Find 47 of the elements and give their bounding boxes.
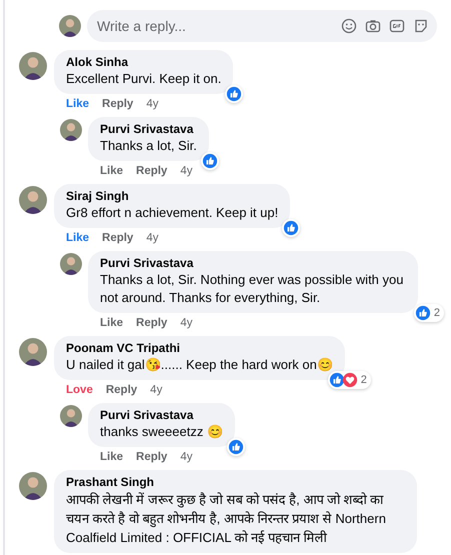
emoji-icon[interactable] — [341, 18, 357, 34]
author-name[interactable]: Purvi Srivastava — [100, 256, 406, 271]
reaction-link[interactable]: Love — [66, 382, 93, 398]
comment-text: U nailed it gal😘...... Keep the hard work on😊 — [66, 356, 333, 374]
reaction-link[interactable]: Like — [66, 96, 90, 112]
reaction-link[interactable]: Like — [66, 230, 90, 246]
reply-link[interactable]: Reply — [136, 315, 168, 331]
avatar — [19, 338, 47, 366]
timestamp: 4y — [150, 383, 162, 398]
author-name[interactable]: Poonam VC Tripathi — [66, 341, 333, 356]
comment-text: Excellent Purvi. Keep it on. — [66, 70, 222, 88]
avatar — [59, 15, 81, 37]
avatar — [60, 253, 82, 275]
author-name[interactable]: Prashant Singh — [66, 475, 405, 490]
avatar — [60, 119, 82, 141]
author-name[interactable]: Siraj Singh — [66, 189, 278, 204]
avatar — [19, 472, 47, 500]
author-name[interactable]: Purvi Srivastava — [100, 122, 197, 137]
timestamp: 4y — [180, 164, 192, 179]
gif-icon[interactable] — [389, 18, 405, 34]
comment-text: Thanks a lot, Sir. Nothing ever was possible with you not around. Thanks for everything, Sir. — [100, 271, 404, 307]
reaction-link[interactable]: Like — [100, 449, 124, 465]
reply-link[interactable]: Reply — [102, 96, 134, 112]
reaction-link[interactable]: Like — [100, 163, 124, 179]
comment-text: thanks sweeeetzz 😊 — [100, 423, 223, 441]
reply-link[interactable]: Reply — [102, 230, 134, 246]
reply-link[interactable]: Reply — [106, 382, 138, 398]
avatar — [19, 186, 47, 214]
comment-text: Gr8 effort n achievement. Keep it up! — [66, 204, 278, 222]
author-name[interactable]: Alok Sinha — [66, 55, 222, 70]
timestamp: 4y — [180, 450, 192, 465]
reaction-count: 2 — [360, 372, 368, 388]
avatar — [19, 52, 47, 80]
reply-link[interactable]: Reply — [136, 449, 168, 465]
timestamp: 4y — [180, 316, 192, 331]
reply-field[interactable]: Write a reply... — [87, 10, 437, 42]
timestamp: 4y — [146, 97, 158, 112]
sticker-icon[interactable] — [413, 18, 429, 34]
avatar — [60, 405, 82, 427]
reply-link[interactable]: Reply — [136, 163, 168, 179]
timestamp: 4y — [146, 231, 158, 246]
author-name[interactable]: Purvi Srivastava — [100, 408, 223, 423]
comment-text: Thanks a lot, Sir. — [100, 137, 197, 155]
camera-icon[interactable] — [365, 18, 381, 34]
reaction-count: 2 — [432, 306, 441, 320]
comment-text: आपकी लेखनी में जरूर कुछ है जो सब को पसंद है, आप जो शब्दो का चयन करते है वो बहुत शोभनीय है, आपके निरन्तर प्रयाश से Northern Coalfield Limited : OFFICIAL को नई पहचान मिली — [66, 491, 387, 547]
reaction-link[interactable]: Like — [100, 315, 124, 331]
